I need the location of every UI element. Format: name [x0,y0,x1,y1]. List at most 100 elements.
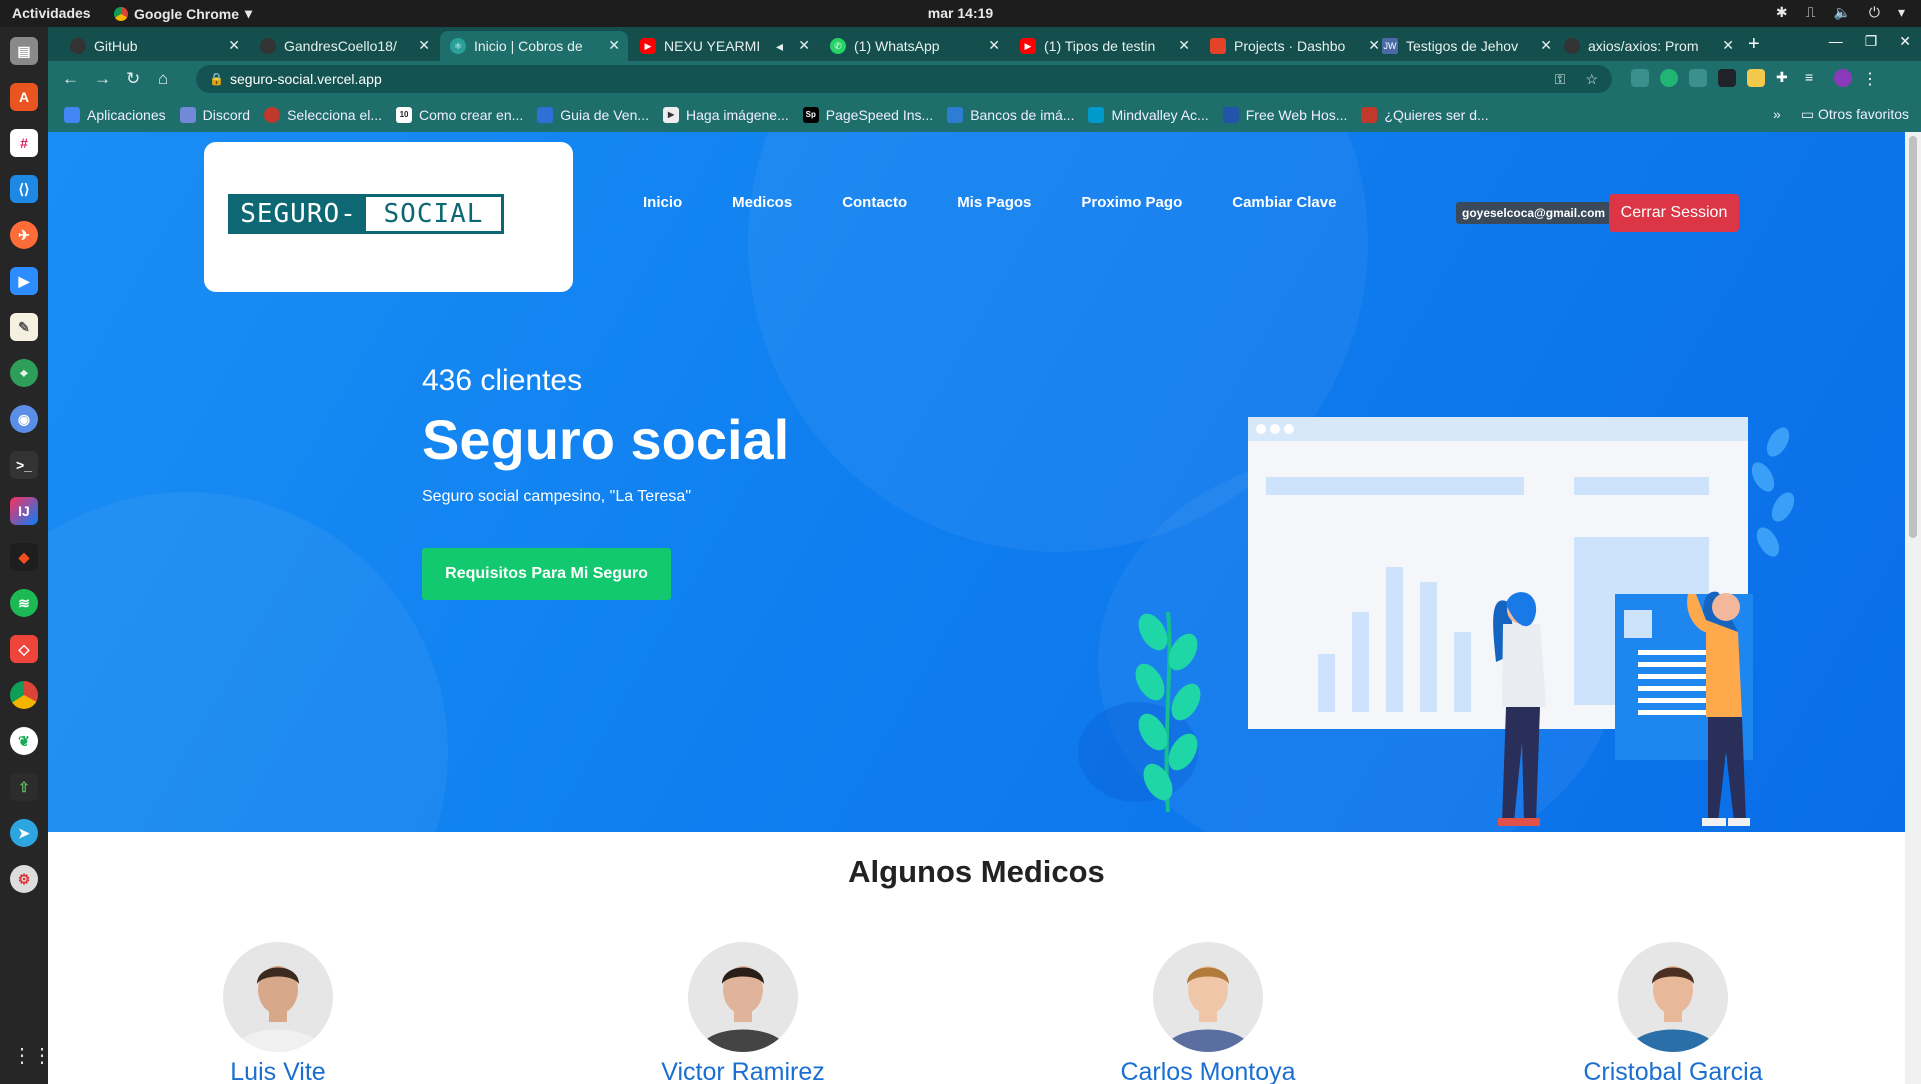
address-bar[interactable]: 🔒 seguro-social.vercel.app ⚿ ☆ [196,65,1612,93]
bookmark-item[interactable]: ¿Quieres ser d... [1361,106,1489,123]
key-icon[interactable]: ⚿ [1555,65,1566,93]
lock-icon[interactable]: 🔒 [209,65,224,93]
bookmark-item[interactable]: Discord [179,106,250,123]
chevron-down-icon[interactable]: ▾ [1898,4,1905,21]
doctor-card[interactable]: Cristobal Garcia [1523,942,1823,1084]
bookmark-item[interactable]: Mindvalley Ac... [1088,106,1209,123]
intellij-icon[interactable]: IJ [10,497,38,525]
reading-list-icon[interactable]: ≡ [1805,69,1823,87]
app-menu[interactable]: Google Chrome ▾ [114,5,252,22]
react-devtools-icon[interactable] [1718,69,1736,87]
close-icon[interactable]: ✕ [1899,33,1911,50]
activities-button[interactable]: Actividades [12,5,91,21]
mongodb-compass-icon[interactable]: ❦ [10,727,38,755]
logo-card[interactable]: SEGURO- SOCIAL [204,142,573,292]
chrome-icon[interactable] [10,681,38,709]
zoom-icon[interactable]: ▶ [10,267,38,295]
settings-icon[interactable]: ⚙ [10,865,38,893]
star-icon[interactable]: ☆ [1585,65,1598,93]
bookmark-item[interactable]: Selecciona el... [264,106,382,123]
clock[interactable]: mar 14:19 [928,5,993,21]
tab-gitlab-projects[interactable]: Projects · Dashbo ✕ [1200,31,1388,61]
back-icon[interactable]: ← [62,69,79,89]
close-icon[interactable]: ✕ [1178,37,1190,54]
files-icon[interactable]: ▤ [10,37,38,65]
bookmark-item[interactable]: Sp PageSpeed Ins... [802,106,933,123]
close-icon[interactable]: ✕ [798,37,810,54]
speaker-icon[interactable]: ◂ [776,38,783,55]
extension-icon[interactable] [1660,69,1678,87]
bookmark-item[interactable]: ▶ Haga imágene... [663,106,789,123]
minimize-icon[interactable]: — [1829,33,1843,50]
home-icon[interactable]: ⌂ [158,69,168,89]
nav-contacto[interactable]: Contacto [842,194,907,211]
close-icon[interactable]: ✕ [1722,37,1734,54]
bookmark-item[interactable]: Bancos de imá... [947,106,1074,123]
close-icon[interactable]: ✕ [1540,37,1552,54]
software-icon[interactable]: A [10,83,38,111]
bookmark-item[interactable]: Aplicaciones [64,106,166,123]
terminal-icon[interactable]: >_ [10,451,38,479]
maps-icon[interactable]: ⌖ [10,359,38,387]
extension-icon[interactable] [1747,69,1765,87]
spotify-icon[interactable]: ≋ [10,589,38,617]
nav-inicio[interactable]: Inicio [643,194,682,211]
doctor-name[interactable]: Luis Vite [128,1058,428,1084]
forward-icon[interactable]: → [94,69,111,89]
tab-gandres[interactable]: GandresCoello18/ ✕ [250,31,438,61]
maximize-icon[interactable]: ❐ [1865,33,1878,50]
doctor-name[interactable]: Cristobal Garcia [1523,1058,1823,1084]
doctor-card[interactable]: Carlos Montoya [1058,942,1358,1084]
tab-whatsapp[interactable]: ✆ (1) WhatsApp ✕ [820,31,1008,61]
other-bookmarks[interactable]: ▭ Otros favoritos [1801,106,1909,123]
nav-medicos[interactable]: Medicos [732,194,792,211]
close-icon[interactable]: ✕ [228,37,240,54]
nav-cambiar-clave[interactable]: Cambiar Clave [1232,194,1336,211]
close-icon[interactable]: ✕ [608,37,620,54]
vscode-icon[interactable]: ⟨⟩ [10,175,38,203]
doctor-name[interactable]: Carlos Montoya [1058,1058,1358,1084]
power-icon[interactable]: ⏻ [1869,4,1880,21]
bookmark-item[interactable]: Free Web Hos... [1222,106,1347,123]
postman-icon[interactable]: ✈ [10,221,38,249]
text-editor-icon[interactable]: ✎ [10,313,38,341]
reload-icon[interactable]: ↻ [126,69,140,89]
tab-axios[interactable]: axios/axios: Prom ✕ [1554,31,1742,61]
doctor-card[interactable]: Victor Ramirez [593,942,893,1084]
system-tray[interactable]: ✱ ⎍ 🔈 ⏻ ▾ [1776,4,1905,21]
slack-icon[interactable]: # [10,129,38,157]
tab-testigos[interactable]: JW Testigos de Jehov ✕ [1372,31,1560,61]
close-icon[interactable]: ✕ [988,37,1000,54]
network-icon[interactable]: ⎍ [1806,4,1816,21]
scrollbar-thumb[interactable] [1909,136,1917,538]
doctor-card[interactable]: Luis Vite [128,942,428,1084]
bookmark-item[interactable]: 10 Como crear en... [396,106,523,123]
telegram-icon[interactable]: ➤ [10,819,38,847]
show-applications-icon[interactable]: ⋮⋮⋮ [12,1044,72,1068]
close-icon[interactable]: ✕ [418,37,430,54]
avatar[interactable] [1834,69,1852,87]
more-bookmarks-icon[interactable]: » [1773,106,1781,123]
accessibility-icon[interactable]: ✱ [1776,4,1788,21]
rocket-icon[interactable]: ⇧ [10,773,38,801]
requirements-button[interactable]: Requisitos Para Mi Seguro [422,548,671,600]
bookmark-item[interactable]: Guia de Ven... [537,106,649,123]
doctor-name[interactable]: Victor Ramirez [593,1058,893,1084]
tab-github[interactable]: GitHub ✕ [60,31,248,61]
anydesk-icon[interactable]: ◇ [10,635,38,663]
extension-icon[interactable] [1689,69,1707,87]
logout-button[interactable]: Cerrar Session [1609,194,1739,232]
nav-proximo-pago[interactable]: Proximo Pago [1081,194,1182,211]
tab-inicio-cobros[interactable]: ⚛ Inicio | Cobros de ✕ [440,31,628,61]
new-tab-button[interactable]: + [1748,33,1760,56]
extension-icon[interactable] [1631,69,1649,87]
tab-nexu[interactable]: ▶ NEXU YEARMI ◂ ✕ [630,31,818,61]
volume-icon[interactable]: 🔈 [1833,4,1850,21]
figma-icon[interactable]: ◆ [10,543,38,571]
page-scrollbar[interactable] [1905,132,1921,1084]
puzzle-icon[interactable]: ✚ [1776,69,1794,87]
chromium-icon[interactable]: ◉ [10,405,38,433]
more-icon[interactable]: ⋮ [1862,69,1880,88]
tab-tipos-testing[interactable]: ▶ (1) Tipos de testin ✕ [1010,31,1198,61]
nav-mis-pagos[interactable]: Mis Pagos [957,194,1031,211]
